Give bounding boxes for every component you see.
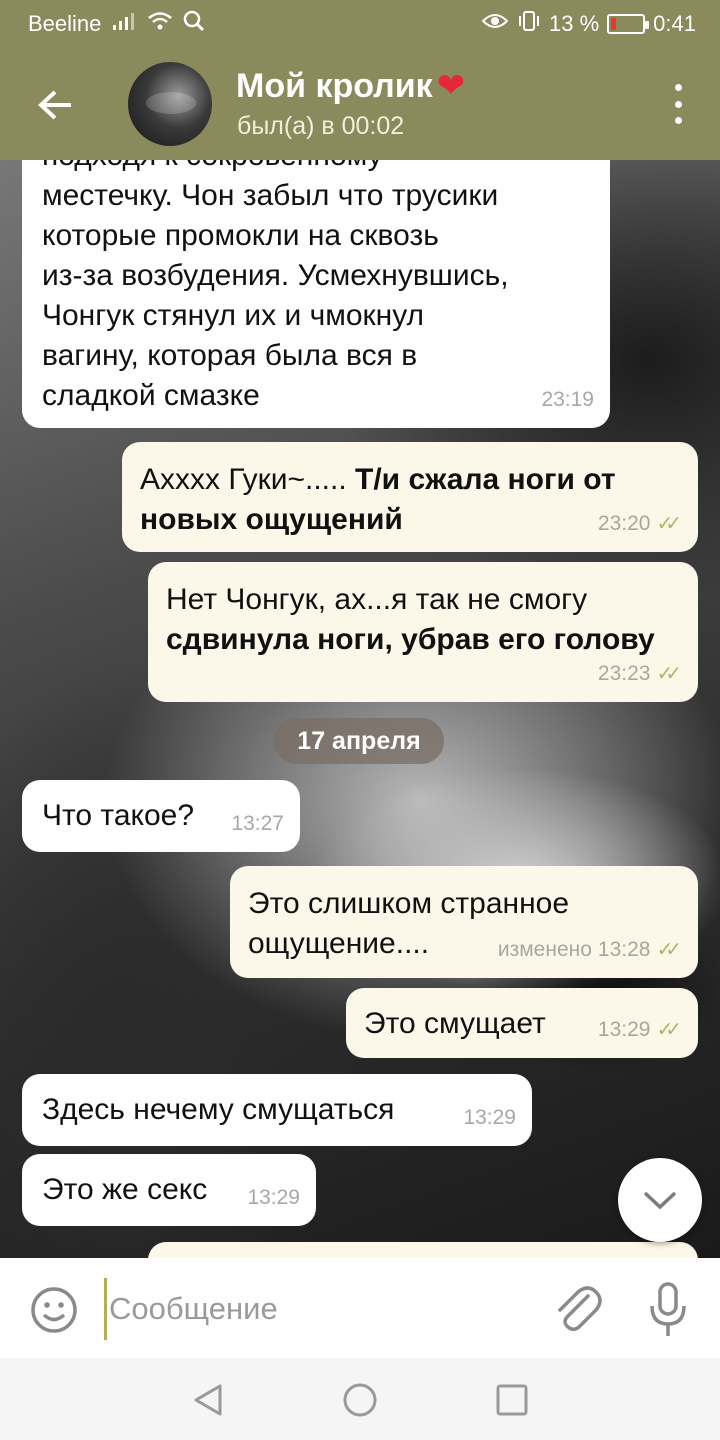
eye-icon <box>481 11 509 37</box>
carrier-label: Beeline <box>28 11 102 36</box>
date-separator: 17 апреля <box>274 718 444 764</box>
battery-icon <box>607 14 650 34</box>
message-line: местечку. Чон забыл что трусики <box>42 179 499 212</box>
message-outgoing-partial[interactable] <box>148 1242 698 1258</box>
message-incoming[interactable]: Что такое? 13:27 <box>22 780 300 852</box>
message-line: которые промокли на сквозь <box>42 219 439 252</box>
message-input[interactable] <box>104 1278 524 1340</box>
battery-level <box>611 18 616 30</box>
message-time: 13:29 <box>597 1018 651 1041</box>
message-time: 23:20 <box>597 512 651 535</box>
chevron-down-icon <box>643 1191 677 1210</box>
message-line: подходя к сокровенному <box>42 160 590 176</box>
arrow-left-icon <box>38 90 71 120</box>
message-incoming[interactable]: подходя к сокровенному местечку. Чон заб… <box>22 160 610 428</box>
wifi-icon <box>147 11 173 37</box>
more-options-button[interactable] <box>666 84 690 124</box>
edited-label: изменено <box>497 938 592 961</box>
message-time: 13:27 <box>231 812 284 835</box>
message-text: Нет Чонгук, ах...я так не смогу <box>166 583 588 616</box>
message-text-bold: Т/и сжала ноги от <box>355 463 616 496</box>
message-composer <box>0 1258 720 1358</box>
message-time: 13:29 <box>463 1106 516 1129</box>
message-time: 13:28 <box>597 938 651 961</box>
battery-percent: 13 % <box>549 11 600 36</box>
message-line: вагину, которая была вся в <box>42 339 418 372</box>
message-text: Здесь нечему смущаться <box>42 1093 395 1126</box>
message-outgoing[interactable]: Это слишком странное ощущение.... измене… <box>230 866 698 978</box>
chat-messages[interactable]: подходя к сокровенному местечку. Чон заб… <box>0 160 720 1258</box>
chat-header: Мой кролик ❤ был(а) в 00:02 <box>0 48 720 160</box>
search-icon <box>183 10 205 38</box>
message-time: 13:29 <box>247 1186 300 1209</box>
double-check-icon: ✓✓ <box>656 939 681 961</box>
nav-recents-button[interactable] <box>492 1380 532 1420</box>
message-outgoing[interactable]: Это смущает 13:29 ✓✓ <box>346 988 698 1058</box>
message-text: Это слишком странное <box>248 887 570 920</box>
message-line: сладкой смазке <box>42 379 260 412</box>
back-button[interactable] <box>30 80 80 130</box>
message-line: из-за возбудения. Усмехнувшись, <box>42 259 509 292</box>
message-incoming[interactable]: Здесь нечему смущаться 13:29 <box>22 1074 532 1146</box>
message-outgoing[interactable]: Нет Чонгук, ах...я так не смогу сдвинула… <box>148 562 698 702</box>
vibrate-icon <box>517 10 541 38</box>
signal-icon <box>111 11 137 37</box>
last-seen-status: был(а) в 00:02 <box>237 112 405 140</box>
circle-home-icon <box>343 1383 377 1417</box>
nav-back-button[interactable] <box>188 1380 228 1420</box>
message-incoming[interactable]: Это же секс 13:29 <box>22 1154 316 1226</box>
message-time: 23:19 <box>541 388 594 411</box>
microphone-icon <box>650 1282 686 1336</box>
double-check-icon: ✓✓ <box>656 513 681 535</box>
triangle-back-icon <box>194 1384 222 1416</box>
more-vertical-icon <box>674 84 682 91</box>
double-check-icon: ✓✓ <box>656 1019 681 1041</box>
chat-title-text: Мой кролик <box>236 66 433 105</box>
message-outgoing[interactable]: Ахххх Гуки~..... Т/и сжала ноги от новых… <box>122 442 698 552</box>
emoji-icon <box>31 1287 77 1333</box>
message-time: 23:23 <box>597 662 651 685</box>
heart-emoji: ❤ <box>436 67 466 105</box>
message-line: Чонгук стянул их и чмокнул <box>42 299 425 332</box>
status-bar: Beeline 13 % 0:41 <box>0 0 720 48</box>
clock: 0:41 <box>653 11 696 36</box>
paperclip-icon <box>558 1286 602 1331</box>
square-recents-icon <box>496 1384 528 1416</box>
message-text: Ахххх Гуки~..... <box>140 463 355 496</box>
attach-button[interactable] <box>552 1282 602 1336</box>
double-check-icon: ✓✓ <box>656 663 681 685</box>
emoji-button[interactable] <box>30 1286 78 1334</box>
scroll-down-button[interactable] <box>618 1158 702 1242</box>
chat-title[interactable]: Мой кролик ❤ <box>236 66 465 106</box>
avatar[interactable] <box>128 62 212 146</box>
microphone-button[interactable] <box>644 1282 692 1338</box>
nav-home-button[interactable] <box>340 1380 380 1420</box>
system-nav-bar <box>0 1358 720 1440</box>
